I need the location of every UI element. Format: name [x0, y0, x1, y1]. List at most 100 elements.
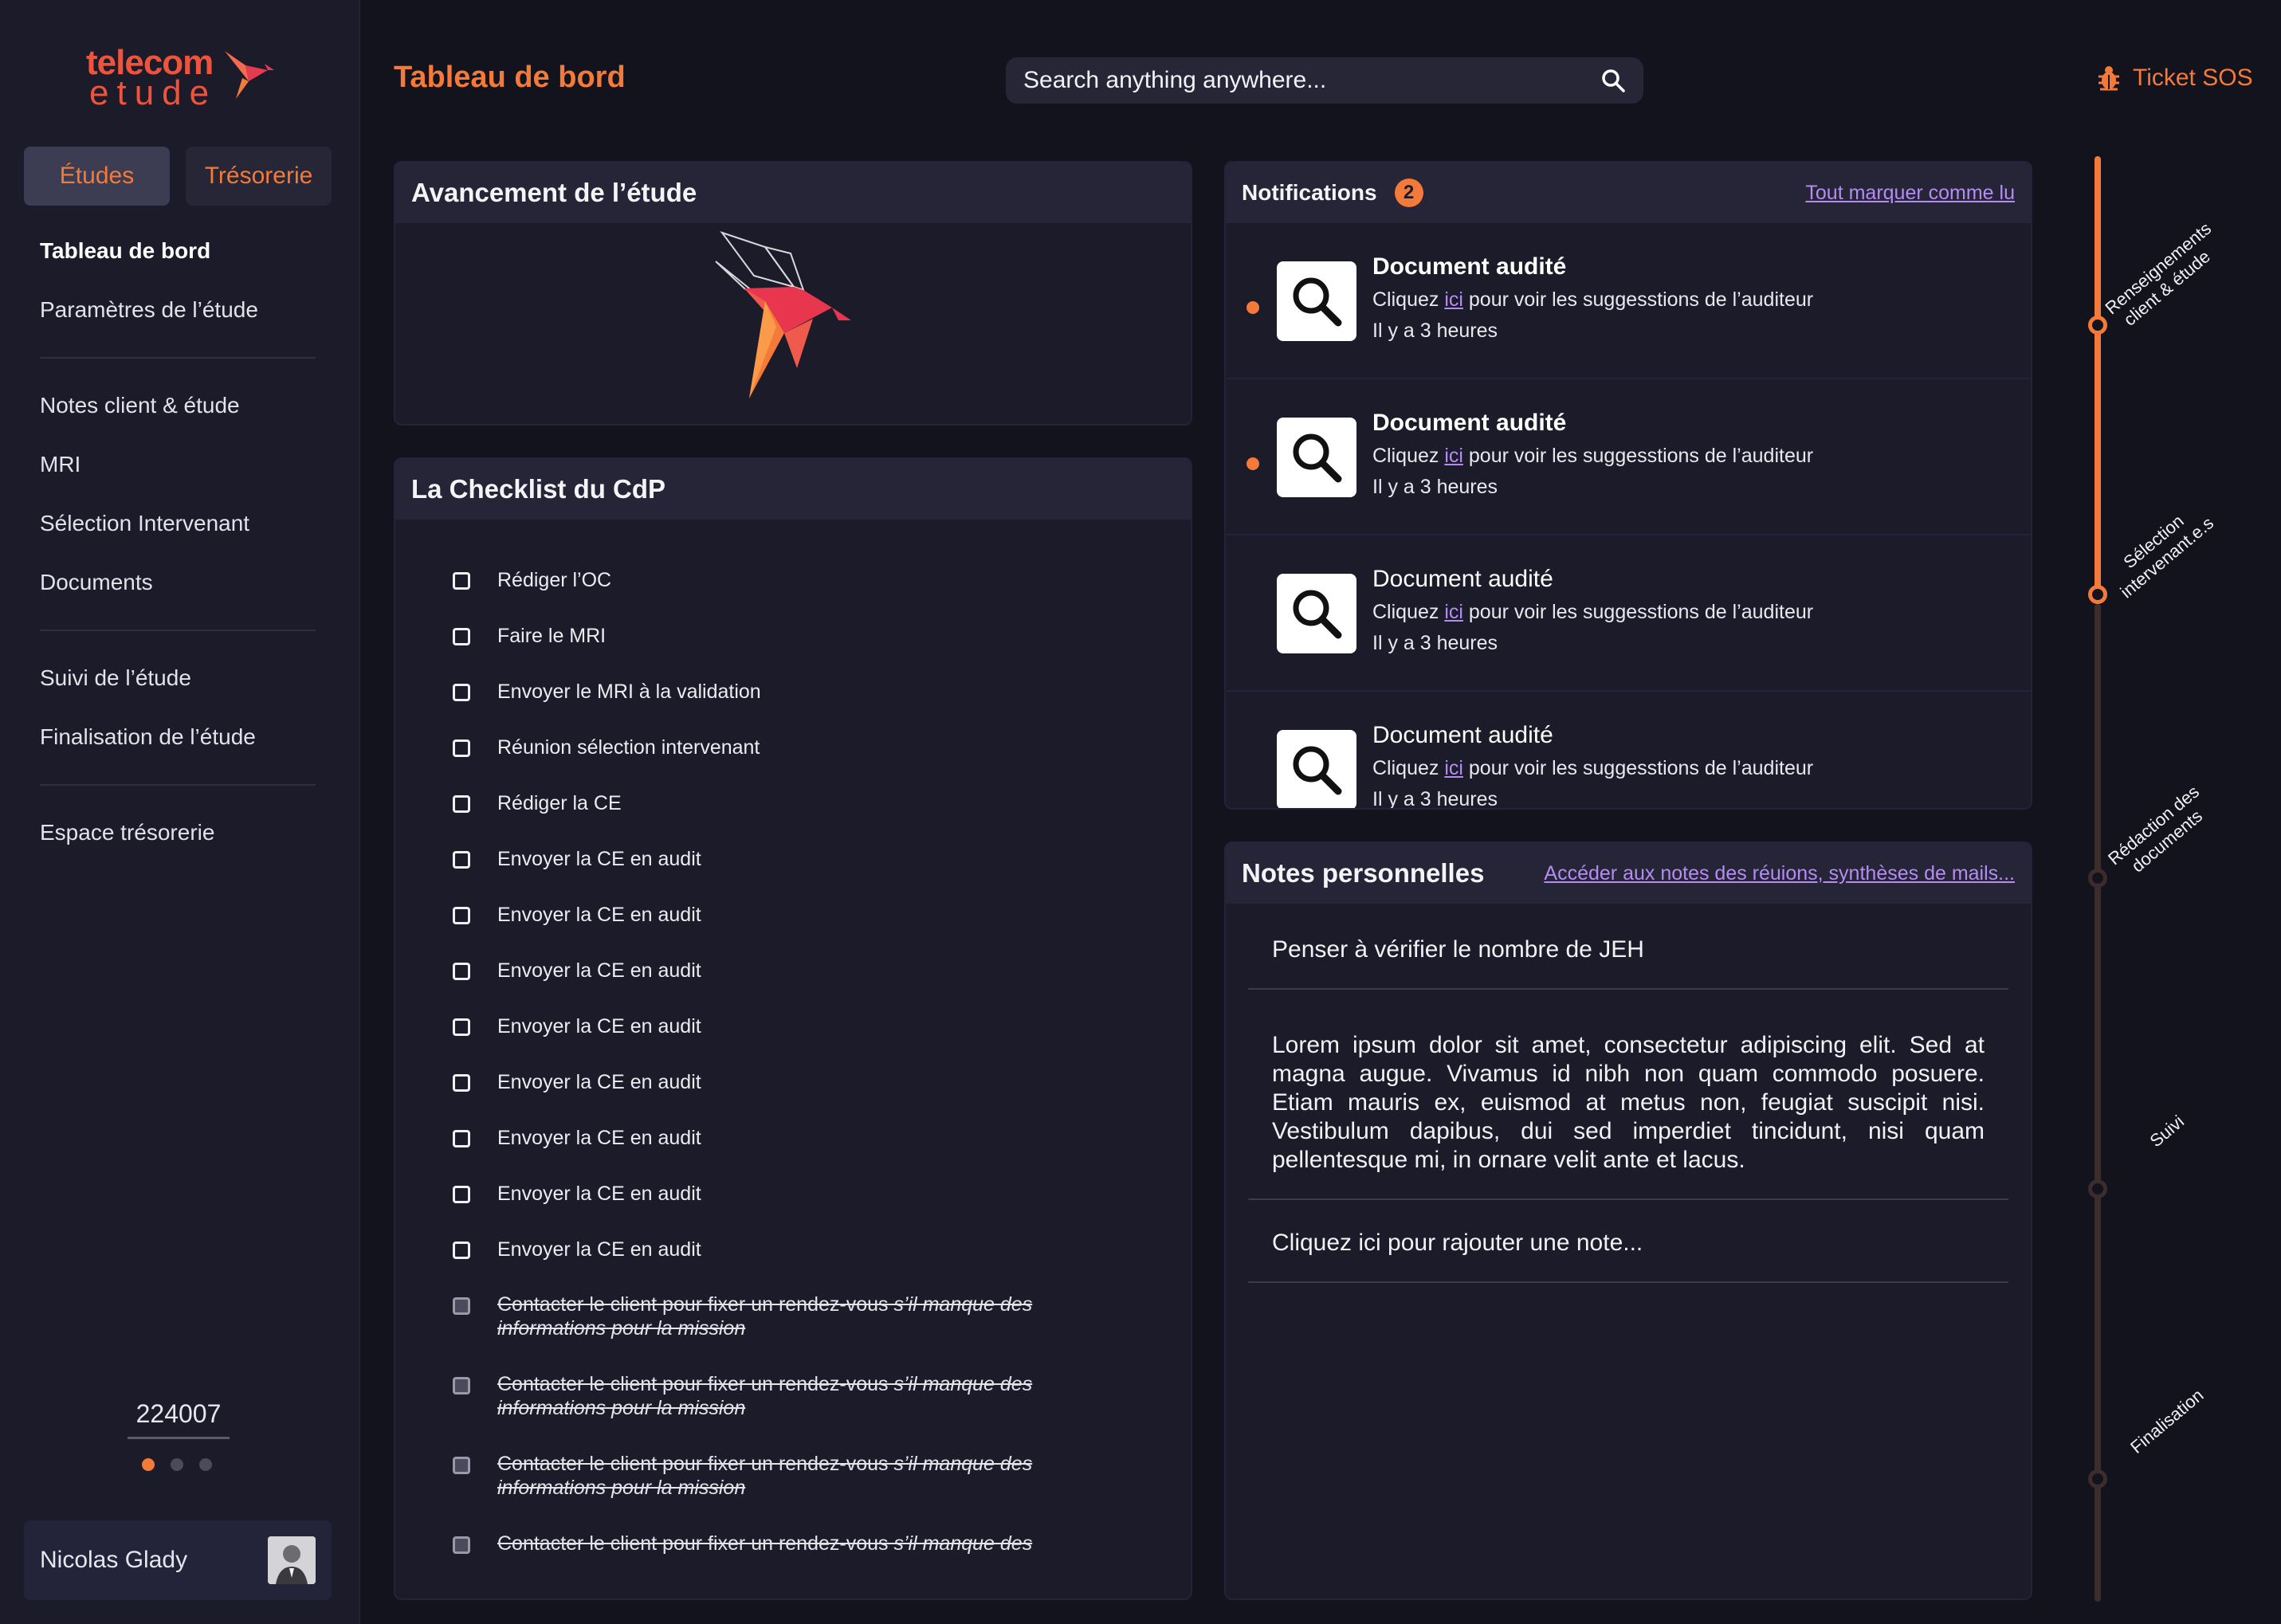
timeline-step-node[interactable]: [2088, 585, 2107, 604]
user-card[interactable]: Nicolas Glady: [24, 1520, 332, 1600]
checklist-item-label: Envoyer la CE en audit: [497, 1127, 701, 1149]
notification-text: Document audité Cliquez ici pour voir les…: [1372, 410, 1813, 499]
unread-indicator: [1247, 457, 1259, 470]
checklist-item-note: s’il manque des: [893, 1532, 1033, 1555]
notification-text: Document audité Cliquez ici pour voir les…: [1372, 253, 1813, 343]
notification-link[interactable]: ici: [1444, 288, 1463, 311]
checkbox[interactable]: [453, 1018, 470, 1036]
notification-item[interactable]: Document audité Cliquez ici pour voir les…: [1226, 535, 2031, 692]
checkbox[interactable]: [453, 1242, 470, 1259]
tab-etudes[interactable]: Études: [24, 147, 170, 206]
mark-all-read-link[interactable]: Tout marquer comme lu: [1805, 182, 2015, 205]
notification-message-prefix: Cliquez: [1372, 757, 1439, 779]
checkbox[interactable]: [453, 851, 470, 869]
checkbox[interactable]: [453, 1074, 470, 1092]
checkbox[interactable]: [453, 572, 470, 590]
checkbox-checked[interactable]: [453, 1377, 470, 1395]
pager-dot[interactable]: [142, 1458, 155, 1471]
notification-item[interactable]: Document audité Cliquez ici pour voir les…: [1226, 379, 2031, 535]
sidebar-nav-item[interactable]: Notes client & étude: [0, 376, 360, 435]
checklist-item[interactable]: Envoyer le MRI à la validation: [395, 676, 1191, 732]
checkbox[interactable]: [453, 684, 470, 701]
notification-count-badge: 2: [1394, 178, 1423, 207]
notification-text: Document audité Cliquez ici pour voir les…: [1372, 722, 1813, 808]
add-note-field[interactable]: Cliquez ici pour rajouter une note...: [1248, 1200, 2008, 1283]
sidebar-nav-item[interactable]: Paramètres de l’étude: [0, 280, 360, 339]
meeting-notes-link[interactable]: Accéder aux notes des réuions, synthèses…: [1544, 862, 2015, 885]
notification-link[interactable]: ici: [1444, 757, 1463, 779]
checklist-item[interactable]: Envoyer la CE en audit: [395, 1122, 1191, 1178]
timeline-step-node[interactable]: [2088, 316, 2107, 335]
checklist-item-done[interactable]: Contacter le client pour fixer un rendez…: [395, 1369, 1191, 1449]
checkbox[interactable]: [453, 1186, 470, 1203]
checkbox[interactable]: [453, 963, 470, 980]
sidebar-nav-item[interactable]: Espace trésorerie: [0, 803, 360, 862]
pager-dot[interactable]: [199, 1458, 212, 1471]
timeline-step-label: Rédaction des documents: [2104, 781, 2207, 877]
ticket-sos-button[interactable]: Ticket SOS: [2096, 64, 2253, 92]
timeline-step-node[interactable]: [2088, 869, 2107, 888]
checkbox-checked[interactable]: [453, 1297, 470, 1315]
checkbox[interactable]: [453, 907, 470, 924]
checklist-item-done[interactable]: Contacter le client pour fixer un rendez…: [395, 1528, 1191, 1599]
notification-link[interactable]: ici: [1444, 445, 1463, 467]
notification-item[interactable]: Document audité Cliquez ici pour voir les…: [1226, 692, 2031, 808]
notes-list: Penser à vérifier le nombre de JEH Lorem …: [1226, 904, 2031, 1200]
checkbox[interactable]: [453, 795, 470, 813]
search-icon[interactable]: [1600, 68, 1626, 93]
notifications-header: Notifications 2 Tout marquer comme lu: [1226, 163, 2031, 223]
tab-tresorerie[interactable]: Trésorerie: [186, 147, 332, 206]
checklist-item-done[interactable]: Contacter le client pour fixer un rendez…: [395, 1449, 1191, 1528]
checkbox-checked[interactable]: [453, 1536, 470, 1554]
checkbox[interactable]: [453, 628, 470, 645]
search-input[interactable]: [1023, 67, 1600, 94]
timeline-step-node[interactable]: [2088, 1469, 2107, 1489]
notification-time: Il y a 3 heures: [1372, 320, 1498, 342]
notification-time: Il y a 3 heures: [1372, 632, 1498, 654]
logo[interactable]: telecom etude: [86, 43, 277, 112]
checklist-item[interactable]: Faire le MRI: [395, 620, 1191, 676]
checklist-item[interactable]: Rédiger l’OC: [395, 564, 1191, 620]
personal-notes-header: Notes personnelles Accéder aux notes des…: [1226, 843, 2031, 904]
checklist-item[interactable]: Envoyer la CE en audit: [395, 899, 1191, 955]
search-bar: [1006, 57, 1643, 104]
checkbox[interactable]: [453, 1130, 470, 1147]
sidebar-nav-item[interactable]: Tableau de bord: [0, 222, 360, 280]
sidebar: telecom etude Études Trésorerie Tableau d…: [0, 0, 360, 1624]
checkbox-checked[interactable]: [453, 1457, 470, 1474]
study-number: 224007: [128, 1399, 230, 1439]
timeline-step-label: Renseignements client & étude: [2101, 218, 2216, 330]
checklist-item[interactable]: Envoyer la CE en audit: [395, 1178, 1191, 1234]
checklist-item-text: Contacter le client pour fixer un rendez…: [497, 1532, 889, 1555]
avatar: [268, 1536, 316, 1584]
checklist-item[interactable]: Envoyer la CE en audit: [395, 955, 1191, 1010]
checklist-item[interactable]: Réunion sélection intervenant: [395, 732, 1191, 787]
personal-note[interactable]: Penser à vérifier le nombre de JEH: [1248, 904, 2008, 990]
study-progress-body: [395, 223, 1191, 424]
checklist-item[interactable]: Rédiger la CE: [395, 787, 1191, 843]
notification-item[interactable]: Document audité Cliquez ici pour voir les…: [1226, 223, 2031, 379]
checklist-item[interactable]: Envoyer la CE en audit: [395, 1010, 1191, 1066]
checklist-title: La Checklist du CdP: [411, 474, 666, 504]
sidebar-nav-item[interactable]: Suivi de l’étude: [0, 649, 360, 708]
timeline-step-node[interactable]: [2088, 1179, 2107, 1198]
notification-message-prefix: Cliquez: [1372, 601, 1439, 623]
checklist-item-done[interactable]: Contacter le client pour fixer un rendez…: [395, 1289, 1191, 1369]
sidebar-nav-item[interactable]: Documents: [0, 553, 360, 612]
sidebar-nav-item[interactable]: MRI: [0, 435, 360, 494]
notification-message-prefix: Cliquez: [1372, 445, 1439, 467]
notification-link[interactable]: ici: [1444, 601, 1463, 623]
personal-note[interactable]: Lorem ipsum dolor sit amet, consectetur …: [1248, 990, 2008, 1200]
sidebar-nav-item[interactable]: Sélection Intervenant: [0, 494, 360, 553]
checklist-item[interactable]: Envoyer la CE en audit: [395, 1234, 1191, 1289]
checklist-item-text: Contacter le client pour fixer un rendez…: [497, 1453, 889, 1475]
notification-message-suffix: pour voir les suggesstions de l’auditeur: [1468, 601, 1814, 623]
checklist-item-label: Contacter le client pour fixer un rendez…: [497, 1449, 1055, 1500]
checklist-item[interactable]: Envoyer la CE en audit: [395, 1066, 1191, 1122]
checkbox[interactable]: [453, 739, 470, 757]
notification-list[interactable]: Document audité Cliquez ici pour voir les…: [1226, 223, 2031, 808]
magnifier-icon: [1277, 418, 1356, 497]
sidebar-nav-item[interactable]: Finalisation de l’étude: [0, 708, 360, 767]
pager-dot[interactable]: [171, 1458, 183, 1471]
checklist-item[interactable]: Envoyer la CE en audit: [395, 843, 1191, 899]
